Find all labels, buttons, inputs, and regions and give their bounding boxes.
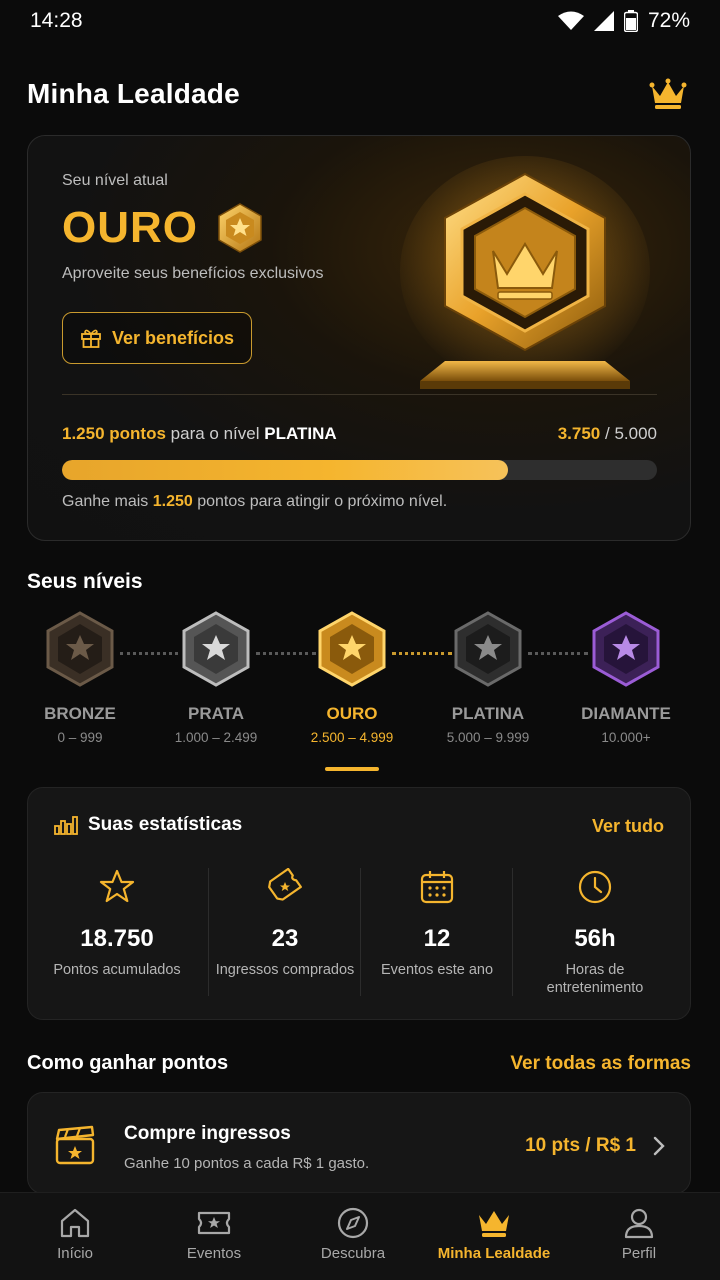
earn-points-header: Como ganhar pontos Ver todas as formas — [27, 1052, 691, 1075]
level-name: PRATA — [187, 704, 245, 723]
gift-icon — [81, 329, 101, 348]
crown-icon[interactable] — [649, 78, 687, 110]
stat-label: Ingressos comprados — [215, 962, 355, 978]
level-progress-bar — [62, 460, 657, 480]
nav-discover[interactable]: Descubra — [281, 1207, 425, 1262]
stat-value: 18.750 — [80, 925, 154, 952]
nav-label: Minha Lealdade — [437, 1245, 551, 1262]
nav-label: Início — [57, 1245, 93, 1262]
nav-home[interactable]: Início — [3, 1207, 147, 1262]
level-name: DIAMANTE — [581, 704, 671, 723]
gold-badge-icon — [218, 203, 262, 253]
level-range: 2.500 – 4.999 — [310, 730, 394, 745]
status-bar: 14:28 72% — [0, 0, 720, 42]
diamond-badge-icon — [592, 611, 660, 687]
stat-divider — [208, 868, 209, 996]
silver-badge-icon — [182, 611, 250, 687]
status-time: 14:28 — [30, 9, 83, 32]
earn-option-rate: 10 pts / R$ 1 — [525, 1135, 636, 1156]
calendar-icon — [420, 871, 454, 904]
chevron-right-icon — [653, 1136, 665, 1156]
stat-divider — [360, 868, 361, 996]
stat-divider — [512, 868, 513, 996]
level-range: 0 – 999 — [57, 730, 103, 745]
level-range: 5.000 – 9.999 — [446, 730, 530, 745]
stat-value: 12 — [423, 925, 451, 952]
battery-icon — [623, 10, 638, 32]
level-prata[interactable]: PRATA 1.000 – 2.499 — [146, 610, 286, 745]
user-icon — [624, 1208, 654, 1239]
header: Minha Lealdade — [27, 72, 687, 116]
bar-chart-icon — [54, 816, 78, 835]
stat-value: 56h — [574, 925, 616, 952]
current-level-label: Seu nível atual — [62, 172, 168, 189]
earn-option-card[interactable]: Compre ingressos Ganhe 10 pontos a cada … — [27, 1092, 691, 1194]
bronze-badge-icon — [46, 611, 114, 687]
level-platina[interactable]: PLATINA 5.000 – 9.999 — [418, 610, 558, 745]
levels-title: Seus níveis — [27, 570, 143, 593]
wifi-icon — [557, 11, 584, 30]
stat-label: Eventos este ano — [380, 962, 494, 978]
nav-profile[interactable]: Perfil — [567, 1207, 711, 1262]
level-ouro[interactable]: OURO 2.500 – 4.999 — [282, 610, 422, 745]
bottom-navigation: Início Eventos Descubra Minha Lealdade P… — [0, 1192, 720, 1280]
current-level-subtitle: Aproveite seus benefícios exclusivos — [62, 265, 324, 282]
gold-level-emblem — [400, 156, 650, 389]
ticket-icon — [268, 867, 302, 901]
nav-label: Descubra — [320, 1245, 386, 1262]
level-bronze[interactable]: BRONZE 0 – 999 — [10, 610, 150, 745]
stat-value: 23 — [271, 925, 299, 952]
crown-icon — [479, 1211, 509, 1237]
level-range: 10.000+ — [601, 730, 651, 745]
nav-loyalty[interactable]: Minha Lealdade — [422, 1207, 566, 1262]
level-name: PLATINA — [451, 704, 525, 723]
view-benefits-button[interactable]: Ver benefícios — [62, 312, 252, 364]
compass-icon — [337, 1207, 369, 1239]
star-icon — [99, 869, 135, 903]
stat-hours: 56h Horas de entretenimento — [520, 868, 670, 997]
earn-option-subtitle: Ganhe 10 pontos a cada R$ 1 gasto. — [124, 1155, 370, 1172]
level-progress-fill — [62, 460, 509, 480]
clapperboard-icon — [55, 1125, 95, 1165]
earn-option-title: Compre ingressos — [124, 1123, 291, 1144]
page-title: Minha Lealdade — [27, 78, 240, 109]
points-progress: 3.750 / 5.000 — [557, 424, 657, 443]
card-divider — [62, 394, 657, 395]
signal-icon — [593, 11, 614, 31]
current-level: OURO — [62, 202, 264, 254]
stat-label: Pontos acumulados — [53, 962, 181, 978]
stat-label: Horas de entretenimento — [546, 962, 644, 996]
gold-badge-icon — [318, 611, 386, 687]
stats-title: Suas estatísticas — [88, 814, 243, 835]
nav-label: Eventos — [186, 1245, 242, 1262]
clock-icon — [578, 870, 612, 904]
level-name: OURO — [326, 704, 378, 723]
stats-card: Suas estatísticas Ver tudo 18.750 Pontos… — [27, 787, 691, 1020]
battery-level: 72% — [647, 9, 690, 32]
ticket-star-icon — [197, 1211, 231, 1235]
points-to-next: 1.250 pontos para o nível PLATINA — [62, 424, 337, 443]
level-name: BRONZE — [44, 704, 116, 723]
current-level-name: OURO — [62, 203, 198, 252]
progress-summary: 1.250 pontos para o nível PLATINA 3.750 … — [62, 424, 657, 444]
active-level-indicator — [325, 767, 379, 771]
current-level-card: Seu nível atual OURO Aproveite seus bene… — [27, 135, 691, 541]
level-diamante[interactable]: DIAMANTE 10.000+ — [556, 610, 696, 745]
stat-points: 18.750 Pontos acumulados — [42, 868, 192, 979]
nav-label: Perfil — [621, 1245, 657, 1262]
stats-see-all-link[interactable]: Ver tudo — [592, 816, 664, 837]
home-icon — [60, 1208, 90, 1238]
progress-hint: Ganhe mais 1.250 pontos para atingir o p… — [62, 493, 448, 510]
platinum-badge-icon — [454, 611, 522, 687]
earn-all-ways-link[interactable]: Ver todas as formas — [510, 1053, 691, 1075]
earn-points-title: Como ganhar pontos — [27, 1052, 229, 1074]
stat-tickets: 23 Ingressos comprados — [210, 867, 360, 979]
stat-events: 12 Eventos este ano — [362, 868, 512, 979]
status-icons: 72% — [557, 9, 690, 33]
nav-events[interactable]: Eventos — [142, 1207, 286, 1262]
view-benefits-label: Ver benefícios — [111, 327, 235, 348]
levels-list: BRONZE 0 – 999 PRATA 1.000 – 2.499 OURO … — [10, 610, 710, 780]
stats-header: Suas estatísticas — [54, 814, 242, 836]
level-range: 1.000 – 2.499 — [174, 730, 258, 745]
